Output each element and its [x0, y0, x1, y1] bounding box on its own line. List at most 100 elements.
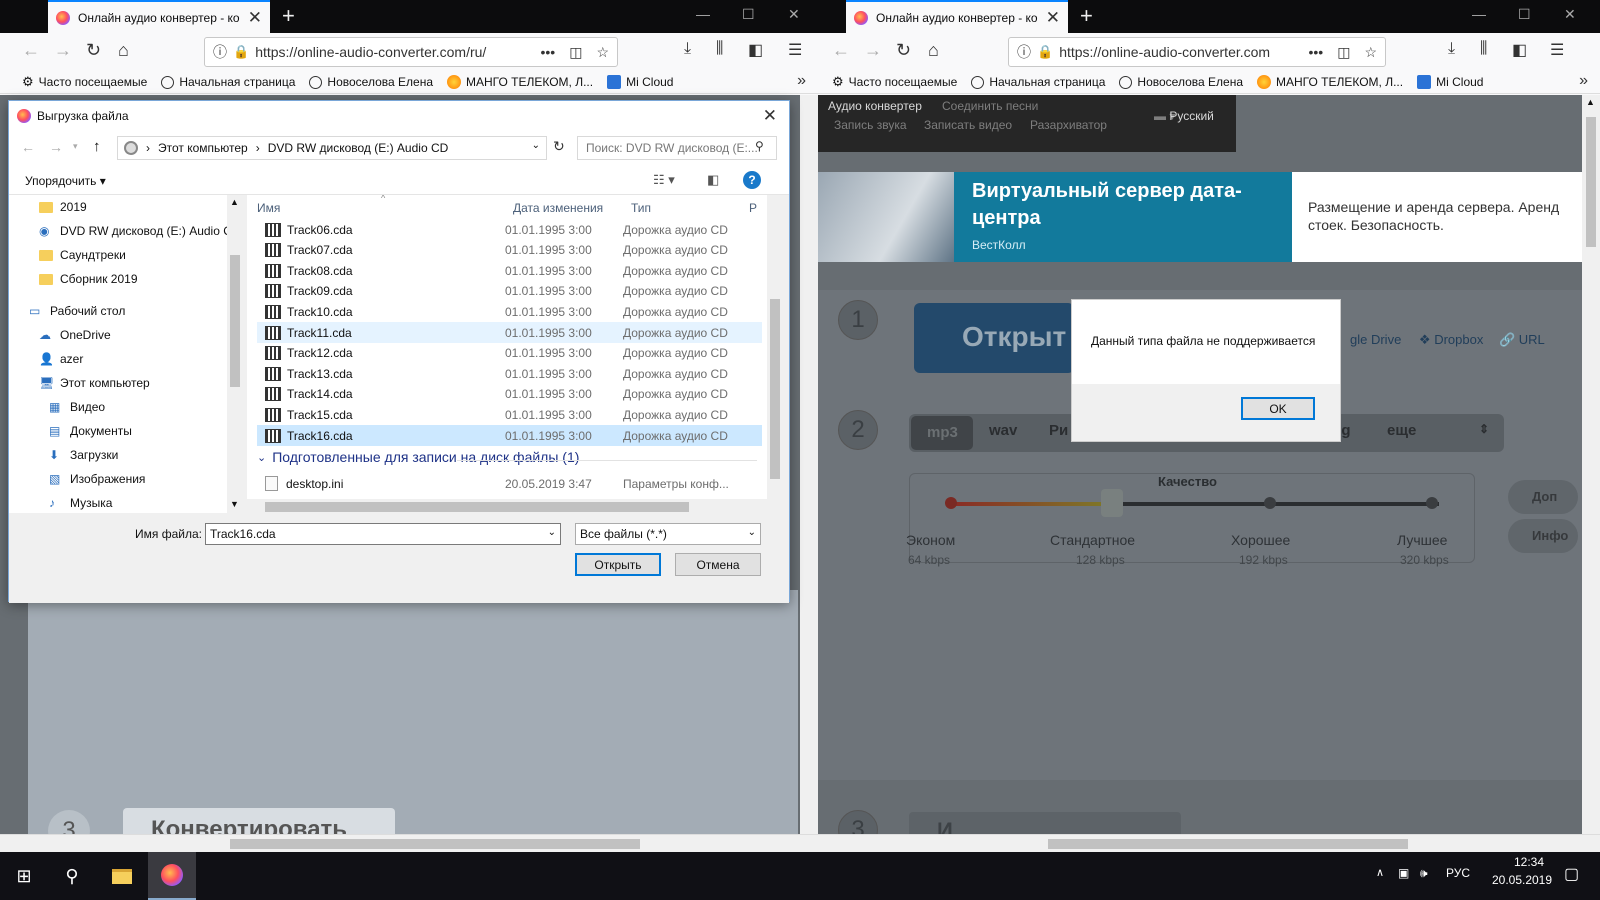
format-wav[interactable]: wav — [989, 422, 1017, 439]
info-icon[interactable]: ⓘ — [1017, 42, 1031, 62]
google-drive-link[interactable]: gle Drive — [1350, 332, 1401, 347]
forward-button[interactable]: → — [864, 40, 882, 61]
list-item[interactable]: Track06.cda 01.01.1995 3:00 Дорожка аудио … — [257, 219, 762, 240]
list-item-desktop-ini[interactable]: desktop.ini 20.05.2019 3:47 Параметры ко… — [257, 473, 762, 494]
notifications-icon[interactable]: ▢ — [1564, 864, 1579, 884]
firefox-taskbar-icon[interactable] — [148, 852, 196, 900]
bookmarks-overflow-icon[interactable]: » — [797, 72, 806, 90]
tree-item[interactable]: ▦ Видео — [49, 395, 105, 419]
close-window-button[interactable]: ✕ — [788, 6, 800, 23]
list-item[interactable]: Track15.cda 01.01.1995 3:00 Дорожка аудио … — [257, 404, 762, 425]
start-windows-icon[interactable]: ⊞ — [0, 852, 48, 900]
pocket-icon[interactable]: ◫ — [1337, 44, 1350, 61]
input-language[interactable]: РУС — [1446, 866, 1470, 880]
sidebar-icon[interactable]: ◧ — [1512, 40, 1527, 60]
advertisement[interactable]: Виртуальный сервер дата-центра ВестКолл … — [818, 172, 1600, 262]
pocket-icon[interactable]: ◫ — [569, 44, 582, 61]
library-icon[interactable]: ⫼ — [1480, 40, 1487, 58]
tree-item[interactable]: 2019 — [39, 195, 87, 219]
maximize-button[interactable]: ☐ — [742, 6, 755, 23]
downloads-icon[interactable]: ⤓ — [1448, 40, 1455, 58]
scroll-thumb[interactable] — [230, 839, 640, 849]
nav-audio-converter[interactable]: Аудио конвертер — [828, 99, 922, 113]
info-icon[interactable]: ⓘ — [213, 42, 227, 62]
scroll-thumb[interactable] — [1048, 839, 1408, 849]
bookmark-most-visited[interactable]: ⚙ Часто посещаемые — [22, 74, 147, 90]
format-ri[interactable]: Ри — [1049, 422, 1068, 439]
format-more[interactable]: еще — [1387, 422, 1416, 439]
home-button[interactable]: ⌂ — [118, 40, 129, 61]
additional-settings-button[interactable]: Доп — [1508, 480, 1578, 514]
tree-item[interactable]: Саундтреки — [39, 243, 126, 267]
info-button[interactable]: Инфо — [1508, 519, 1578, 553]
back-arrow-icon[interactable]: ← — [21, 139, 35, 155]
list-item[interactable]: Track09.cda 01.01.1995 3:00 Дорожка аудио … — [257, 281, 762, 302]
vertical-scrollbar[interactable] — [800, 95, 818, 852]
list-item[interactable]: Track13.cda 01.01.1995 3:00 Дорожка аудио … — [257, 363, 762, 384]
menu-icon[interactable]: ☰ — [1550, 40, 1564, 60]
bookmark-most-visited[interactable]: ⚙ Часто посещаемые — [832, 74, 957, 90]
sidebar-icon[interactable]: ◧ — [748, 40, 763, 60]
ad-banner[interactable]: Виртуальный сервер дата-центра ВестКолл — [954, 172, 1292, 262]
home-button[interactable]: ⌂ — [928, 40, 939, 61]
tree-item[interactable]: ♪ Музыка — [49, 491, 112, 513]
bookmark-start-page[interactable]: Начальная страница — [971, 75, 1105, 89]
tree-scrollbar[interactable]: ▲ ▼ — [227, 195, 243, 513]
bookmark-novoselova[interactable]: Новоселова Елена — [1119, 75, 1243, 89]
tree-item[interactable]: ▭ Рабочий стол — [29, 299, 125, 323]
up-arrow-icon[interactable]: ↑ — [93, 138, 101, 155]
organize-button[interactable]: Упорядочить ▾ — [25, 174, 106, 188]
bookmarks-overflow-icon[interactable]: » — [1579, 72, 1588, 90]
tree-item[interactable]: 🖥 Этот компьютер — [39, 371, 150, 395]
bookmark-star-icon[interactable]: ☆ — [1364, 44, 1377, 61]
nav-unzip[interactable]: Разархиватор — [1030, 118, 1107, 132]
vertical-scrollbar[interactable]: ▲ — [1582, 95, 1600, 852]
bookmark-mango[interactable]: МАНГО ТЕЛЕКОМ, Л... — [1257, 75, 1403, 89]
tree-item[interactable]: ◉ DVD RW дисковод (E:) Audio C — [39, 219, 232, 243]
filename-input[interactable]: Track16.cda ⌄ — [205, 523, 561, 545]
nav-record-video[interactable]: Записать видео — [924, 118, 1012, 132]
recent-locations-icon[interactable]: ▾ — [73, 141, 78, 152]
address-bar[interactable]: ⓘ 🔒 https://online-audio-converter.com/r… — [204, 37, 618, 67]
volume-icon[interactable]: 🕪 — [1420, 866, 1428, 881]
group-header[interactable]: ⌄ Подготовленные для записи на диск файл… — [257, 449, 579, 465]
network-icon[interactable]: ▣ — [1398, 866, 1409, 880]
clock-date[interactable]: 20.05.2019 — [1486, 873, 1558, 887]
refresh-icon[interactable]: ↻ — [553, 138, 565, 155]
close-tab-icon[interactable]: ✕ — [248, 8, 262, 28]
reload-button[interactable]: ↻ — [86, 40, 101, 61]
tree-scroll-thumb[interactable] — [230, 255, 240, 387]
nav-record-audio[interactable]: Запись звука — [834, 118, 907, 132]
bookmark-star-icon[interactable]: ☆ — [596, 44, 609, 61]
quality-slider-handle[interactable] — [1101, 489, 1123, 517]
forward-button[interactable]: → — [54, 40, 72, 61]
browser-tab[interactable]: Онлайн аудио конвертер - ко ✕ — [846, 0, 1068, 33]
list-item[interactable]: Track14.cda 01.01.1995 3:00 Дорожка аудио … — [257, 384, 762, 405]
list-item[interactable]: Track08.cda 01.01.1995 3:00 Дорожка аудио … — [257, 260, 762, 281]
cancel-button[interactable]: Отмена — [675, 553, 761, 576]
bookmark-mi-cloud[interactable]: Mi Cloud — [607, 75, 673, 89]
bookmark-mango[interactable]: МАНГО ТЕЛЕКОМ, Л... — [447, 75, 593, 89]
list-v-scrollbar[interactable] — [767, 195, 783, 499]
browser-tab[interactable]: Онлайн аудио конвертер - ко ✕ — [48, 0, 270, 33]
horizontal-scrollbar[interactable] — [0, 834, 818, 852]
chevron-down-icon[interactable]: ⌄ — [548, 527, 556, 538]
horizontal-scrollbar[interactable] — [818, 834, 1600, 852]
forward-arrow-icon[interactable]: → — [49, 139, 63, 155]
tree-item[interactable]: ▤ Документы — [49, 419, 132, 443]
page-actions-icon[interactable]: ••• — [540, 44, 555, 60]
list-item[interactable]: Track10.cda 01.01.1995 3:00 Дорожка аудио … — [257, 301, 762, 322]
open-button[interactable]: Открыть — [575, 553, 661, 576]
filetype-select[interactable]: Все файлы (*.*) ⌄ — [575, 523, 761, 545]
tree-item[interactable]: Сборник 2019 — [39, 267, 138, 291]
path-breadcrumb[interactable]: › Этот компьютер › DVD RW дисковод (E:) … — [117, 136, 547, 160]
help-icon[interactable]: ? — [743, 171, 761, 189]
breadcrumb-drive[interactable]: DVD RW дисковод (E:) Audio CD — [268, 141, 449, 155]
address-bar[interactable]: ⓘ 🔒 https://online-audio-converter.com •… — [1008, 37, 1386, 67]
bookmark-novoselova[interactable]: Новоселова Елена — [309, 75, 433, 89]
maximize-button[interactable]: ☐ — [1518, 6, 1531, 23]
list-item[interactable]: Track11.cda 01.01.1995 3:00 Дорожка аудио … — [257, 322, 762, 343]
list-item[interactable]: Track12.cda 01.01.1995 3:00 Дорожка аудио … — [257, 343, 762, 364]
close-tab-icon[interactable]: ✕ — [1046, 8, 1060, 28]
quality-stop-good[interactable] — [1264, 497, 1276, 509]
